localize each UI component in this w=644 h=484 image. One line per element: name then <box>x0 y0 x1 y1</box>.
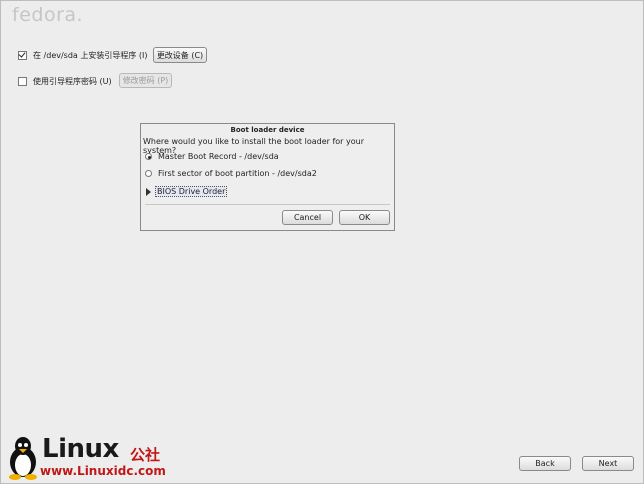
cancel-button[interactable]: Cancel <box>282 210 333 225</box>
dialog-title: Boot loader device <box>230 126 305 134</box>
tux-icon <box>9 437 37 480</box>
mbr-radio[interactable] <box>145 153 152 160</box>
watermark-url: www.Linuxidc.com <box>40 464 166 478</box>
bios-drive-order-label: BIOS Drive Order <box>155 186 228 197</box>
choice-mbr[interactable]: Master Boot Record - /dev/sda <box>145 152 279 161</box>
change-password-button[interactable]: 修改密码 (P) <box>119 73 172 88</box>
mbr-label: Master Boot Record - /dev/sda <box>158 152 279 161</box>
fedora-logo: fedora. <box>12 4 84 26</box>
bootloader-password-label: 使用引导程序密码 (U) <box>33 77 112 86</box>
linux-watermark: Linux 公社 www.Linuxidc.com <box>6 434 186 482</box>
bios-drive-order-expander[interactable]: BIOS Drive Order <box>146 186 228 197</box>
watermark-brand: Linux <box>42 434 119 464</box>
bootloader-password-checkbox[interactable] <box>18 77 27 86</box>
install-bootloader-row: 在 /dev/sda 上安装引导程序 (I) <box>18 50 148 61</box>
watermark-brand-cn: 公社 <box>130 446 161 464</box>
install-bootloader-label: 在 /dev/sda 上安装引导程序 (I) <box>33 51 148 60</box>
bootloader-password-row: 使用引导程序密码 (U) <box>18 76 112 87</box>
dialog-separator <box>145 204 390 205</box>
installer-window <box>0 0 644 484</box>
next-button[interactable]: Next <box>582 456 634 471</box>
expander-arrow-icon[interactable] <box>146 187 151 196</box>
install-bootloader-checkbox[interactable] <box>18 51 27 60</box>
change-device-button[interactable]: 更改设备 (C) <box>153 47 207 63</box>
ok-button[interactable]: OK <box>339 210 390 225</box>
boot-partition-label: First sector of boot partition - /dev/sd… <box>158 169 317 178</box>
boot-loader-device-dialog: Boot loader device Where would you like … <box>140 123 395 231</box>
back-button[interactable]: Back <box>519 456 571 471</box>
choice-boot-partition[interactable]: First sector of boot partition - /dev/sd… <box>145 169 317 178</box>
boot-partition-radio[interactable] <box>145 170 152 177</box>
